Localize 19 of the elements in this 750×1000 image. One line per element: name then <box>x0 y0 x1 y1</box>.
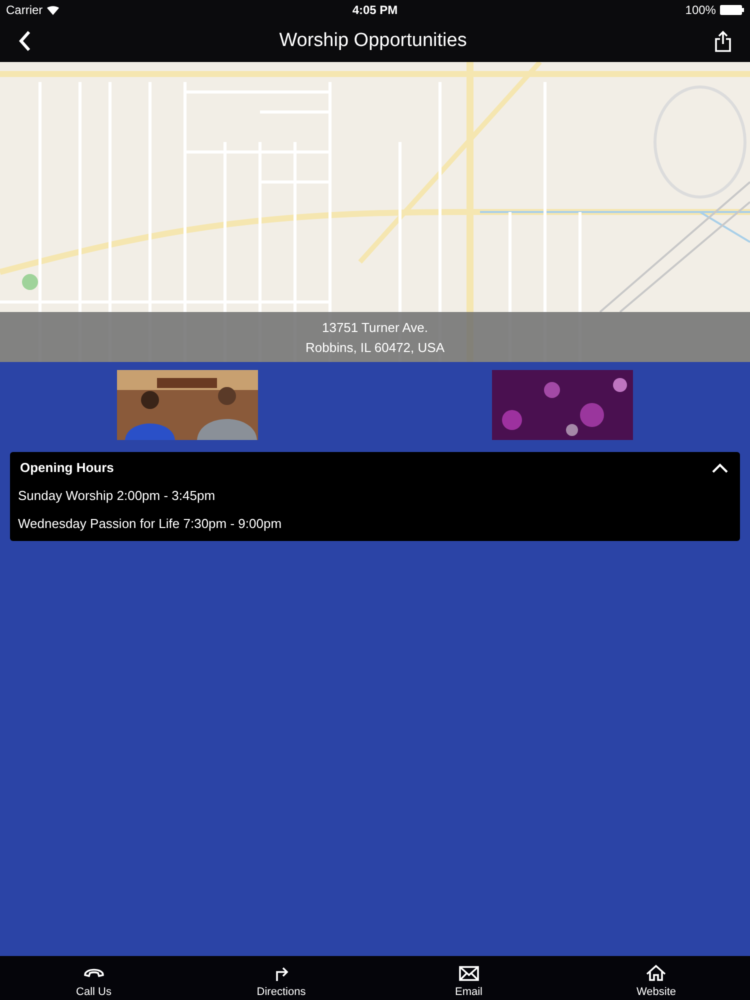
battery-icon <box>720 5 744 15</box>
tab-bar-item[interactable]: Call Us <box>0 956 188 1000</box>
address-line: Robbins, IL 60472, USA <box>306 340 444 354</box>
tab-bar-item[interactable]: Email <box>375 956 562 1000</box>
share-button[interactable] <box>712 28 734 54</box>
battery-percentage: 100% <box>685 3 716 17</box>
envelope-icon <box>456 964 481 982</box>
home-icon <box>644 964 668 982</box>
address-line: 13751 Turner Ave. <box>322 320 428 334</box>
hours-row-text: Sunday Worship 2:00pm - 3:45pm <box>18 488 216 503</box>
page-title: Worship Opportunities <box>279 30 467 52</box>
carrier-label: Carrier <box>6 3 43 17</box>
status-time: 4:05 PM <box>352 3 398 17</box>
collapse-button[interactable] <box>710 460 730 474</box>
wifi-icon <box>46 6 59 14</box>
tab-bar-item[interactable]: Website <box>562 956 750 1000</box>
card-title: Opening Hours <box>20 460 114 475</box>
tab-bar-item[interactable]: Directions <box>188 956 375 1000</box>
hours-row-text: Wednesday Passion for Life 7:30pm - 9:00pm <box>18 516 283 531</box>
